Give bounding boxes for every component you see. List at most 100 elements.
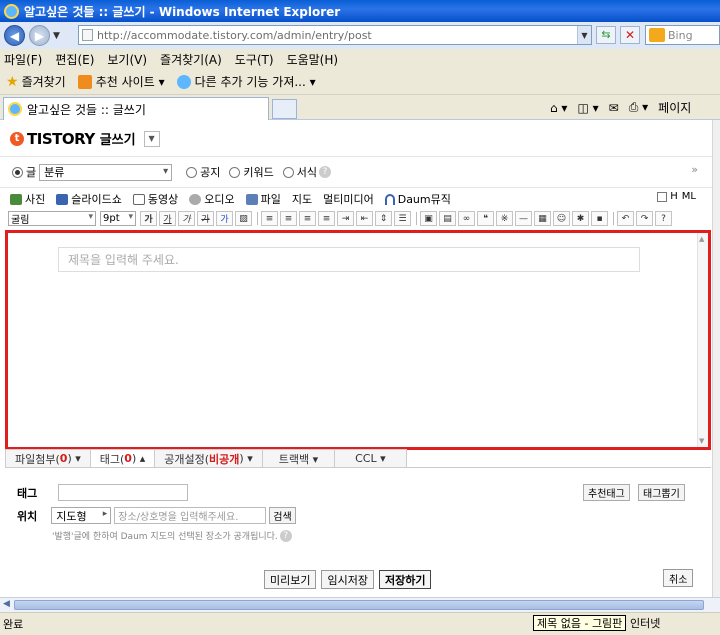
type-notice[interactable]: 공지: [186, 164, 220, 180]
blog-menu-dropdown[interactable]: ▼: [143, 130, 160, 147]
location-search-button[interactable]: 검색: [269, 507, 296, 524]
bold-button[interactable]: 가: [140, 211, 157, 226]
search-input[interactable]: Bing: [645, 25, 720, 45]
print-icon[interactable]: ⎙ ▾: [629, 100, 648, 115]
indent-icon[interactable]: ⇥: [337, 211, 354, 226]
attach-audio[interactable]: 오디오: [189, 191, 235, 207]
tab-public-setting[interactable]: 공개설정(비공개) ▾: [154, 449, 263, 467]
table-icon[interactable]: ▦: [534, 211, 551, 226]
editor-body[interactable]: 제목을 입력해 주세요.: [8, 233, 697, 447]
menu-edit[interactable]: 편집(E): [55, 51, 94, 68]
page-vertical-scrollbar[interactable]: [712, 120, 720, 597]
help-button-icon[interactable]: ?: [655, 211, 672, 226]
font-select[interactable]: 굴림: [8, 211, 96, 226]
refresh-button[interactable]: ⇆: [596, 26, 616, 44]
feeds-icon[interactable]: ◫ ▾: [577, 101, 598, 115]
type-post-radio[interactable]: [12, 166, 23, 178]
attach-multimedia[interactable]: 멀티미디어: [323, 191, 374, 207]
strike-button[interactable]: 가: [197, 211, 214, 226]
attach-photo[interactable]: 사진: [10, 191, 45, 207]
tab-file-attach[interactable]: 파일첨부(0) ▾: [5, 449, 91, 467]
align-right-icon[interactable]: ≡: [299, 211, 316, 226]
history-dropdown-icon[interactable]: ▼: [53, 31, 60, 41]
more-icon[interactable]: ▤: [439, 211, 456, 226]
help-icon[interactable]: ?: [319, 166, 331, 178]
favorites-button[interactable]: 즐겨찾기: [22, 73, 66, 90]
page-menu[interactable]: 페이지: [658, 99, 691, 116]
attach-daum-music[interactable]: Daum뮤직: [384, 191, 451, 207]
help-icon[interactable]: ?: [279, 529, 292, 542]
tistory-logo[interactable]: TISTORY: [27, 130, 95, 148]
title-input[interactable]: 제목을 입력해 주세요.: [58, 247, 640, 272]
scroll-left-icon[interactable]: ◀: [3, 599, 10, 609]
font-size-select[interactable]: 9pt: [100, 211, 136, 226]
type-template-radio[interactable]: [282, 166, 294, 178]
save-icon[interactable]: ▪: [591, 211, 608, 226]
back-button[interactable]: ◀: [4, 25, 25, 46]
symbol-icon[interactable]: ✱: [572, 211, 589, 226]
attach-map[interactable]: 지도: [292, 191, 312, 207]
outdent-icon[interactable]: ⇤: [356, 211, 373, 226]
emoticon-icon[interactable]: ☺: [553, 211, 570, 226]
preview-button[interactable]: 미리보기: [264, 570, 317, 589]
undo-icon[interactable]: ↶: [617, 211, 634, 226]
tag-box-button[interactable]: 태그뽑기: [638, 484, 685, 501]
temp-save-button[interactable]: 임시저장: [321, 570, 374, 589]
new-tab-button[interactable]: [272, 99, 297, 119]
scroll-down-icon[interactable]: ▼: [699, 437, 707, 445]
tab-ccl[interactable]: CCL ▾: [334, 449, 407, 467]
special-char-icon[interactable]: ※: [496, 211, 513, 226]
tab-trackback[interactable]: 트랙백 ▾: [261, 449, 336, 467]
menu-file[interactable]: 파일(F): [4, 51, 42, 68]
italic-button[interactable]: 가: [178, 211, 195, 226]
get-more-addons[interactable]: 다른 추가 기능 가져... ▾: [176, 73, 316, 90]
save-button[interactable]: 저장하기: [378, 570, 432, 589]
type-keyword-radio[interactable]: [229, 166, 241, 178]
tab-tag[interactable]: 태그(0) ▴: [89, 449, 156, 467]
forward-button[interactable]: ▶: [29, 25, 50, 46]
menu-favorites[interactable]: 즐겨찾기(A): [160, 51, 222, 68]
type-keyword[interactable]: 키워드: [229, 164, 274, 180]
location-type-select[interactable]: 지도형: [51, 507, 112, 524]
cancel-button[interactable]: 취소: [663, 569, 694, 587]
html-checkbox[interactable]: [657, 191, 668, 202]
text-color-button[interactable]: 가: [216, 211, 233, 226]
recommend-tag-button[interactable]: 추천태그: [583, 484, 630, 501]
page-horizontal-scrollbar[interactable]: ◀: [0, 597, 720, 612]
editor-area[interactable]: 제목을 입력해 주세요. ▲ ▼: [5, 230, 711, 450]
line-height-icon[interactable]: ⇕: [375, 211, 392, 226]
tag-input[interactable]: [58, 484, 189, 501]
align-left-icon[interactable]: ≡: [261, 211, 278, 226]
category-select[interactable]: 분류: [39, 163, 173, 181]
suggested-sites[interactable]: 추천 사이트 ▾: [77, 73, 165, 90]
align-justify-icon[interactable]: ≡: [318, 211, 335, 226]
attach-slideshow[interactable]: 슬라이드쇼: [56, 191, 122, 207]
attach-file[interactable]: 파일: [245, 191, 281, 207]
underline-button[interactable]: 가: [159, 211, 176, 226]
type-notice-radio[interactable]: [186, 166, 198, 178]
expand-icon[interactable]: »: [691, 163, 698, 176]
menu-tools[interactable]: 도구(T): [235, 51, 274, 68]
menu-view[interactable]: 보기(V): [107, 51, 147, 68]
hr-icon[interactable]: —: [515, 211, 532, 226]
textbox-icon[interactable]: ▣: [420, 211, 437, 226]
editor-scrollbar[interactable]: ▲ ▼: [697, 233, 708, 447]
scroll-up-icon[interactable]: ▲: [699, 235, 707, 243]
address-bar[interactable]: http://accommodate.tistory.com/admin/ent…: [78, 25, 592, 45]
tab-current[interactable]: 알고싶은 것들 :: 글쓰기: [3, 97, 269, 120]
link-icon[interactable]: ∞: [458, 211, 475, 226]
address-dropdown-icon[interactable]: ▼: [577, 26, 591, 44]
mail-icon[interactable]: ✉: [609, 101, 619, 115]
quote-icon[interactable]: ❝: [477, 211, 494, 226]
location-input[interactable]: 장소/상호명을 입력해주세요.: [114, 507, 267, 524]
home-icon[interactable]: ⌂ ▾: [550, 101, 567, 115]
align-center-icon[interactable]: ≡: [280, 211, 297, 226]
menu-help[interactable]: 도움말(H): [287, 51, 339, 68]
scroll-thumb[interactable]: [14, 600, 704, 610]
highlight-icon[interactable]: ▨: [235, 211, 252, 226]
redo-icon[interactable]: ↷: [636, 211, 653, 226]
attach-video[interactable]: 동영상: [132, 191, 178, 207]
stop-button[interactable]: ✕: [620, 26, 640, 44]
type-template[interactable]: 서식 ?: [282, 164, 331, 180]
list-icon[interactable]: ☰: [394, 211, 411, 226]
